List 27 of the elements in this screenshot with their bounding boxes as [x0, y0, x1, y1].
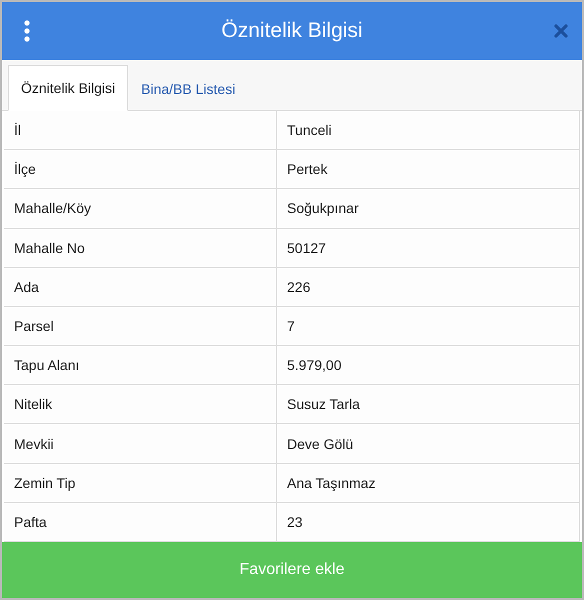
table-cell: Parsel — [4, 306, 277, 346]
table-cell: Deve Gölü — [277, 424, 580, 464]
table-cell: 23 — [277, 502, 580, 542]
table-cell: Soğukpınar — [277, 189, 580, 229]
window-title: Öznitelik Bilgisi — [221, 19, 363, 43]
table-cell: 5.979,00 — [277, 346, 580, 386]
table-cell: İl — [4, 111, 277, 150]
table-cell: Pertek — [277, 150, 580, 190]
table-cell: Zemin Tip — [4, 464, 277, 503]
table-cell: Ada — [4, 268, 277, 307]
table-cell: Tapu Alanı — [4, 346, 277, 386]
table-cell: Ana Taşınmaz — [277, 464, 580, 503]
close-icon[interactable] — [554, 24, 568, 38]
table-cell: Susuz Tarla — [277, 385, 580, 424]
table-cell: 7 — [277, 306, 580, 346]
table-cell: 226 — [277, 268, 580, 307]
table-cell: Tunceli — [277, 111, 580, 150]
table-cell: 50127 — [277, 228, 580, 268]
table-cell: Nitelik — [4, 385, 277, 424]
table-cell: Mahalle/Köy — [4, 189, 277, 229]
tab[interactable]: Öznitelik Bilgisi — [8, 65, 128, 111]
more-icon[interactable] — [24, 20, 30, 42]
tab[interactable]: Bina/BB Listesi — [128, 66, 248, 111]
table-cell: İlçe — [4, 150, 277, 190]
table-cell: Mahalle No — [4, 228, 277, 268]
table-cell: Pafta — [4, 502, 277, 542]
table-cell: Mevkii — [4, 424, 277, 464]
